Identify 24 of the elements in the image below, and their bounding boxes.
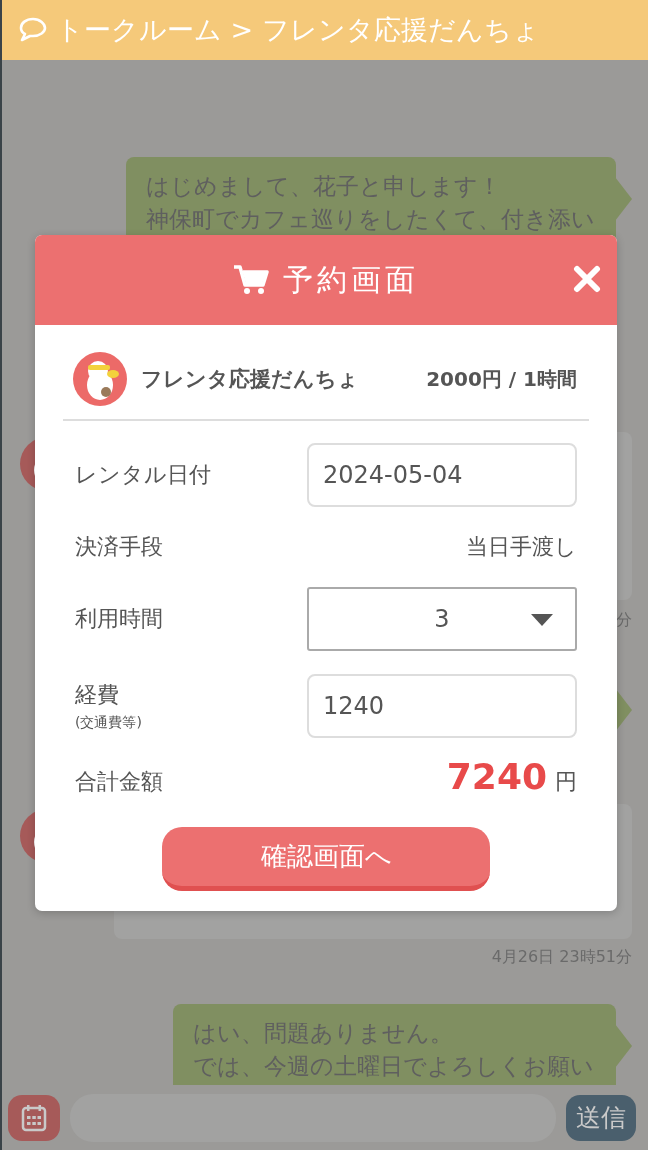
send-button[interactable]: 送信 (566, 1094, 636, 1141)
cart-icon (233, 264, 269, 296)
calendar-button[interactable] (8, 1094, 60, 1141)
field-label: 経費 (75, 681, 120, 709)
field-label: 決済手段 (75, 533, 164, 561)
select-field[interactable]: 3 (307, 587, 577, 651)
close-icon[interactable] (573, 265, 601, 293)
host-name: フレンタ応援だんちょ (141, 366, 360, 393)
total-amount: 7240 (446, 756, 547, 797)
host-price: 2000円 / 1時間 (426, 365, 577, 393)
header-title: トークルーム > フレンタ応援だんちょ (56, 13, 540, 47)
input-field[interactable]: 1240 (307, 674, 577, 738)
speech-bubble-icon (18, 16, 48, 44)
field-note: (交通費等) (75, 714, 143, 732)
currency-unit: 円 (555, 768, 577, 796)
field-value: 当日手渡し (465, 533, 577, 561)
caret-icon (531, 614, 553, 626)
total-label: 合計金額 (75, 768, 164, 796)
calendar-icon (21, 1103, 47, 1132)
field-label: レンタル日付 (75, 461, 212, 489)
field-label: 利用時間 (75, 605, 164, 633)
input-field[interactable]: 2024-05-04 (307, 443, 577, 507)
avatar (73, 352, 127, 406)
dialog-title: 予約画面 (283, 260, 419, 299)
